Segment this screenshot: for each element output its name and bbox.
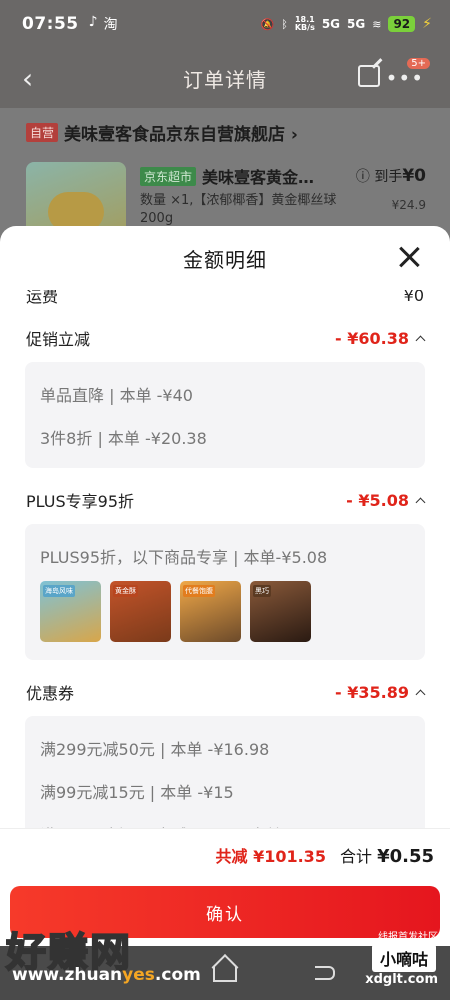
plus-product-thumbs: 海岛风味 黄金酥 代餐饱腹 黑巧: [40, 577, 410, 650]
product-name[interactable]: 美味壹客黄金…: [202, 164, 314, 188]
coupon-line: 满99元减15元 | 本单 -¥15: [40, 782, 234, 802]
taobao-icon: 淘: [103, 17, 118, 33]
coupon-row[interactable]: 优惠券 - ¥35.89: [0, 672, 450, 712]
net-price: ⓘ 到手¥0: [355, 166, 426, 186]
promo-label: 促销立减: [26, 330, 91, 349]
shipping-amount: ¥0: [403, 290, 424, 305]
status-right: 🔕 ᛒ 18.1 KB/s 5G 5G ≋ 92 ⚡: [261, 16, 432, 32]
total-reduction: 共减 ¥101.35: [215, 846, 326, 866]
shipping-row: 运费 ¥0: [0, 290, 450, 306]
page-title: 订单详情: [183, 67, 267, 92]
coupon-line: 满299元减50元 | 本单 -¥16.98: [40, 739, 270, 759]
shipping-label: 运费: [26, 290, 59, 306]
chevron-up-icon[interactable]: [415, 335, 426, 345]
home-icon[interactable]: [213, 966, 237, 982]
system-back-icon[interactable]: [315, 966, 335, 980]
coupon-line: 满1元9.5折，最高减500元 | 本单 -¥3.91: [40, 812, 410, 829]
watermark-site: www.zhuanyes.com: [12, 965, 201, 985]
plus-row[interactable]: PLUS专享95折 - ¥5.08: [0, 480, 450, 520]
more-icon[interactable]: •••: [386, 66, 424, 90]
sheet-title: 金额明细: [183, 247, 267, 272]
original-price: ¥24.9: [391, 198, 426, 212]
jd-supermarket-tag: 京东超市: [140, 166, 197, 186]
tiktok-icon: ♪: [88, 14, 98, 30]
promo-line: 3件8折 | 本单 -¥20.38: [40, 428, 207, 448]
sheet-footer: 共减 ¥101.35 合计 ¥0.55: [0, 828, 450, 880]
product-thumb[interactable]: 海岛风味: [40, 581, 101, 642]
plus-amount: - ¥5.08: [346, 490, 409, 510]
product-title[interactable]: 京东超市 美味壹客黄金…: [140, 164, 350, 188]
chevron-up-icon[interactable]: [415, 497, 426, 507]
message-badge: 5+: [407, 58, 430, 69]
promo-line: 单品直降 | 本单 -¥40: [40, 385, 193, 405]
signal-icon-2: 5G: [347, 17, 366, 31]
promo-amount: - ¥60.38: [335, 328, 409, 348]
watermark-badge: 小嘀咕: [371, 944, 436, 972]
status-bar: 07:55 ♪ 淘 🔕 ᛒ 18.1 KB/s 5G 5G ≋ 92 ⚡: [0, 0, 450, 48]
network-speed: 18.1 KB/s: [294, 15, 315, 32]
detail-scroll-area[interactable]: 运费 ¥0 促销立减 - ¥60.38 单品直降 | 本单 -¥40 3件8折 …: [0, 290, 450, 828]
back-arrow-icon[interactable]: ‹: [22, 62, 33, 95]
bluetooth-icon: ᛒ: [281, 17, 288, 31]
promo-details: 单品直降 | 本单 -¥40 3件8折 | 本单 -¥20.38: [25, 362, 425, 468]
wifi-icon: ≋: [372, 17, 382, 31]
sheet-header: 金额明细: [0, 226, 450, 290]
battery-icon: 92: [388, 16, 416, 32]
chevron-up-icon[interactable]: [415, 689, 426, 699]
close-icon[interactable]: [398, 246, 420, 268]
store-row[interactable]: 自营 美味壹客食品京东自营旗舰店 ›: [26, 120, 298, 145]
watermark-url: xdglt.com: [365, 972, 438, 987]
product-thumb[interactable]: 黑巧: [250, 581, 311, 642]
plus-label: PLUS专享95折: [26, 492, 134, 511]
share-icon[interactable]: [358, 65, 380, 87]
coupon-amount: - ¥35.89: [335, 682, 409, 702]
coupon-label: 优惠券: [26, 684, 75, 703]
charging-icon: ⚡: [422, 16, 432, 32]
store-name[interactable]: 美味壹客食品京东自营旗舰店 ›: [64, 120, 298, 145]
mute-icon: 🔕: [260, 17, 275, 31]
signal-icon-1: 5G: [321, 17, 341, 31]
promo-row[interactable]: 促销立减 - ¥60.38: [0, 318, 450, 358]
coupon-details: 满299元减50元 | 本单 -¥16.98 满99元减15元 | 本单 -¥1…: [25, 716, 425, 828]
watermark-community: 线报首发社区: [378, 932, 438, 943]
nav-bar: ‹ 订单详情 ••• 5+: [0, 48, 450, 108]
self-operated-tag: 自营: [26, 123, 59, 142]
status-time: 07:55: [22, 14, 79, 34]
notification-icons: ♪ 淘: [89, 14, 118, 34]
product-description: 数量 ×1,【浓郁椰香】黄金椰丝球200g: [140, 193, 337, 226]
product-thumb[interactable]: 黄金酥: [110, 581, 171, 642]
plus-line: PLUS95折，以下商品专享 | 本单-¥5.08: [40, 547, 328, 567]
plus-details: PLUS95折，以下商品专享 | 本单-¥5.08 海岛风味 黄金酥 代餐饱腹 …: [25, 524, 425, 660]
amount-detail-sheet: 金额明细 运费 ¥0 促销立减 - ¥60.38 单品直降 | 本单 -¥40 …: [0, 226, 450, 946]
total-amount: 合计 ¥0.55: [339, 845, 434, 867]
product-thumb[interactable]: 代餐饱腹: [180, 581, 241, 642]
